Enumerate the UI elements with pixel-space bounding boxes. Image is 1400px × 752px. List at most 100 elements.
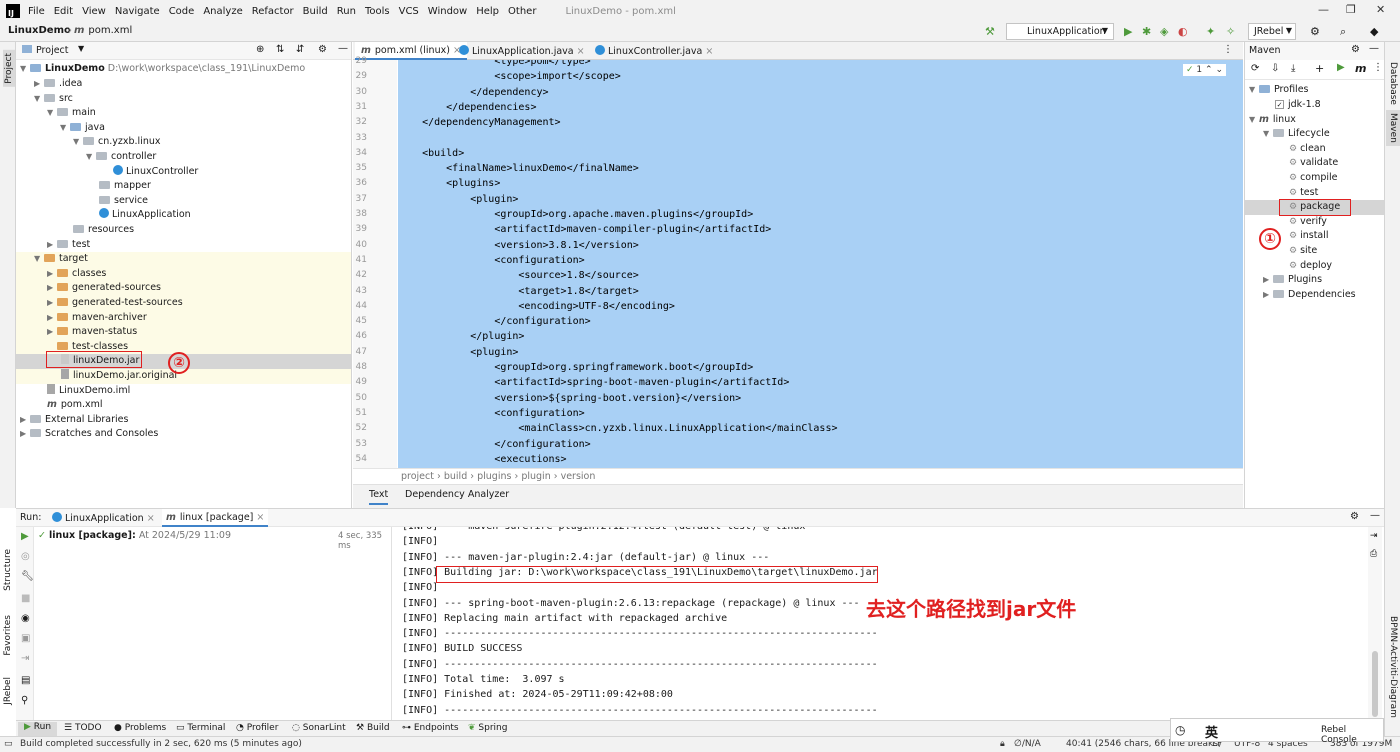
menu-help[interactable]: Help — [476, 6, 499, 17]
crumb-plugin[interactable]: plugin — [521, 471, 550, 482]
settings-icon[interactable]: ⚙ — [1350, 511, 1359, 522]
chevron-down-icon[interactable]: ⌄ — [1215, 65, 1223, 75]
hide-icon[interactable]: — — [1369, 43, 1379, 54]
execute-goal-icon[interactable]: m — [1355, 62, 1366, 75]
expand-all-icon[interactable]: ⇅ — [276, 44, 284, 55]
favorites-tool-tab[interactable]: Favorites — [3, 615, 13, 656]
run-icon[interactable]: ▶ — [1124, 25, 1132, 38]
settings-icon[interactable]: ⚙ — [1310, 25, 1320, 38]
run-task-row[interactable]: ✓ linux [package]: At 2024/5/29 11:09 — [38, 530, 231, 541]
project-panel-title[interactable]: Project — [36, 45, 69, 56]
menu-run[interactable]: Run — [337, 6, 356, 17]
tree-item-idea[interactable]: ▶ .idea — [34, 77, 82, 92]
tree-item-linuxdemo[interactable]: ▼ LinuxDemo D:\work\workspace\class_191\L… — [20, 62, 305, 77]
tab-text[interactable]: Text — [369, 489, 389, 505]
console-output[interactable]: [INFO] --- maven-surefire-plugin:2.12.4:… — [394, 527, 1369, 721]
code-selection[interactable]: <type>pom</type> <scope>import</scope> <… — [398, 60, 1243, 468]
print-icon[interactable]: ⎙ — [1370, 549, 1377, 559]
debug-icon[interactable]: ✱ — [1142, 25, 1151, 38]
search-icon[interactable]: ⌕ — [1340, 25, 1346, 39]
maven-goal-deploy[interactable]: ⚙ deploy — [1289, 259, 1332, 274]
console-scrollbar[interactable]: ⇥ ⎙ — [1368, 527, 1382, 721]
tree-item-generated-test-sources[interactable]: ▶ generated-test-sources — [16, 296, 351, 311]
maven-goal-test[interactable]: ⚙ test — [1289, 186, 1318, 201]
tree-item-maven-status[interactable]: ▶ maven-status — [16, 325, 351, 340]
hide-icon[interactable]: — — [338, 43, 348, 54]
tool-tab-todo[interactable]: ☰ TODO — [64, 723, 102, 733]
tool-tab-build[interactable]: ⚒ Build — [356, 723, 390, 733]
maven-item-linux[interactable]: ▼ m linux — [1249, 113, 1296, 128]
maven-goal-install[interactable]: ⚙ install — [1289, 229, 1329, 244]
settings-icon[interactable]: ⚙ — [318, 44, 327, 55]
menu-edit[interactable]: Edit — [54, 6, 73, 17]
reload-icon[interactable]: ⟳ — [1251, 63, 1259, 74]
menu-build[interactable]: Build — [303, 6, 328, 17]
tree-item-package[interactable]: ▼ cn.yzxb.linux — [73, 135, 161, 150]
tree-item-external-libraries[interactable]: ▶ External Libraries — [20, 413, 128, 428]
close-icon[interactable]: × — [705, 46, 713, 57]
crumb-version[interactable]: version — [561, 471, 596, 482]
generate-sources-icon[interactable]: ⇩ — [1271, 63, 1279, 74]
hide-icon[interactable]: — — [1370, 510, 1380, 521]
jrebel-select[interactable]: JRebel ▼ — [1248, 23, 1296, 40]
menu-code[interactable]: Code — [169, 6, 195, 17]
run-icon[interactable]: ▶ — [1337, 62, 1345, 73]
run-tab-linuxapplication[interactable]: LinuxApplication × — [52, 512, 155, 524]
tree-item-scratches[interactable]: ▶ Scratches and Consoles — [20, 427, 158, 442]
coverage-icon[interactable]: ◈ — [1160, 25, 1168, 38]
chevron-up-icon[interactable]: ⌃ — [1205, 65, 1213, 75]
maven-goal-site[interactable]: ⚙ site — [1289, 244, 1317, 259]
tool-tab-problems[interactable]: ● Problems — [114, 723, 166, 733]
maven-item-plugins[interactable]: ▶ Plugins — [1263, 273, 1322, 288]
breadcrumb-project[interactable]: LinuxDemo — [8, 25, 71, 36]
checkbox-icon[interactable]: ✓ — [1275, 100, 1284, 109]
maven-item-dependencies[interactable]: ▶ Dependencies — [1263, 288, 1356, 303]
tree-item-src[interactable]: ▼ src — [34, 92, 73, 107]
inspection-widget[interactable]: ✓ 1 ⌃ ⌄ — [1183, 64, 1226, 76]
collapse-all-icon[interactable]: ⇵ — [296, 44, 304, 55]
tree-item-linuxapplication[interactable]: LinuxApplication — [99, 208, 191, 223]
more-icon[interactable]: ⋮ — [1223, 44, 1233, 55]
tree-item-mapper[interactable]: mapper — [99, 179, 151, 194]
restore-icon[interactable]: ❐ — [1346, 3, 1356, 16]
crumb-plugins[interactable]: plugins — [477, 471, 511, 482]
download-icon[interactable]: ⤓ — [1291, 63, 1295, 74]
tool-tab-endpoints[interactable]: ⊶ Endpoints — [402, 723, 459, 733]
maven-goal-clean[interactable]: ⚙ clean — [1289, 142, 1326, 157]
bpmn-diagram-tool-tab[interactable]: BPMN-Activiti-Diagram — [1388, 616, 1398, 718]
menu-other[interactable]: Other — [508, 6, 536, 17]
tree-item-linuxcontroller[interactable]: LinuxController — [113, 164, 198, 180]
status-toggle-icon[interactable]: ▭ — [4, 739, 13, 749]
locate-icon[interactable]: ⊕ — [256, 44, 264, 55]
menu-vcs[interactable]: VCS — [399, 6, 419, 17]
ime-language[interactable]: 英 — [1205, 722, 1218, 741]
menu-window[interactable]: Window — [428, 6, 467, 17]
tab-linuxapplication[interactable]: LinuxApplication.java × — [453, 42, 591, 60]
tool-tab-spring[interactable]: ❦ Spring — [468, 723, 507, 733]
status-na[interactable]: ∅/N/A — [1014, 739, 1041, 749]
menu-analyze[interactable]: Analyze — [203, 6, 242, 17]
tree-item-generated-sources[interactable]: ▶ generated-sources — [16, 281, 351, 296]
tool-tab-terminal[interactable]: ▭ Terminal — [176, 723, 225, 733]
minimize-icon[interactable]: — — [1318, 3, 1329, 16]
tab-pom-xml[interactable]: m pom.xml (linux) × — [355, 42, 467, 60]
maven-goal-verify[interactable]: ⚙ verify — [1289, 215, 1327, 230]
profile-icon[interactable]: ◐ — [1178, 25, 1188, 38]
breadcrumb-file[interactable]: m pom.xml — [74, 25, 132, 36]
tool-tab-run[interactable]: ▶ Run — [18, 722, 58, 736]
jrebel-run-icon[interactable]: ✦ — [1206, 25, 1215, 38]
tree-item-iml[interactable]: LinuxDemo.iml — [47, 383, 130, 399]
tree-item-pom[interactable]: m pom.xml — [47, 398, 103, 413]
build-hammer-icon[interactable]: ⚒ — [985, 25, 995, 38]
tree-item-java[interactable]: ▼ java — [60, 121, 105, 136]
scrollbar-thumb[interactable] — [1372, 651, 1378, 717]
jrebel-debug-icon[interactable]: ✧ — [1226, 25, 1235, 38]
status-message[interactable]: Build completed successfully in 2 sec, 6… — [20, 739, 302, 749]
structure-tool-tab[interactable]: Structure — [3, 549, 13, 591]
close-icon[interactable]: × — [147, 513, 155, 524]
close-icon[interactable]: × — [577, 46, 585, 57]
tree-item-classes[interactable]: ▶ classes — [16, 266, 351, 282]
menu-refactor[interactable]: Refactor — [252, 6, 294, 17]
maven-item-profiles[interactable]: ▼ Profiles — [1249, 83, 1309, 98]
tab-linuxcontroller[interactable]: LinuxController.java × — [589, 42, 719, 60]
